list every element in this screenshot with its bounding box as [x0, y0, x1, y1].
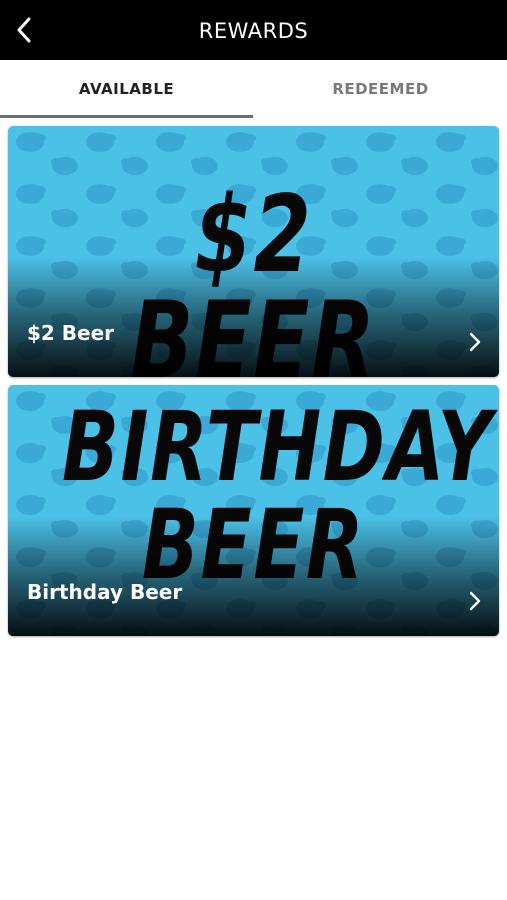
chevron-left-icon — [17, 17, 31, 43]
reward-title: $2 Beer — [27, 321, 115, 345]
chevron-right-icon — [465, 329, 485, 355]
reward-title: Birthday Beer — [27, 580, 183, 604]
tab-bar: AVAILABLE REDEEMED — [0, 60, 507, 118]
app-header: REWARDS — [0, 0, 507, 60]
reward-card-birthday-beer[interactable]: BIRTHDAY BEER Birthday Beer — [8, 385, 499, 636]
tab-redeemed[interactable]: REDEEMED — [254, 60, 507, 118]
tab-available[interactable]: AVAILABLE — [0, 60, 253, 118]
reward-card-2-beer[interactable]: $2 BEER $2 Beer — [8, 126, 499, 377]
image-gradient-overlay — [8, 257, 499, 377]
page-title: REWARDS — [198, 19, 309, 43]
reward-image-text-line-1: BIRTHDAY — [62, 391, 494, 503]
back-button[interactable] — [8, 12, 40, 48]
chevron-right-icon — [465, 588, 485, 614]
image-gradient-overlay — [8, 516, 499, 636]
active-tab-indicator — [0, 115, 253, 118]
